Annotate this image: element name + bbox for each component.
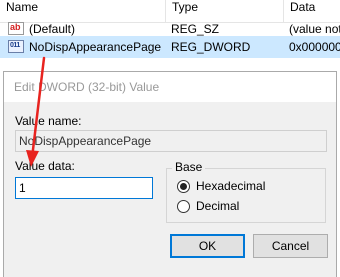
dialog-title: Edit DWORD (32-bit) Value — [14, 80, 160, 94]
value-name-label: Value name: — [15, 114, 82, 128]
base-legend: Base — [172, 160, 206, 174]
radio-label: Hexadecimal — [196, 179, 266, 193]
cancel-button[interactable]: Cancel — [253, 234, 328, 258]
value-data-input[interactable]: 1 — [15, 177, 153, 199]
ok-button[interactable]: OK — [170, 234, 245, 258]
value-name: NoDispAppearancePage — [29, 40, 162, 54]
dialog-titlebar[interactable]: Edit DWORD (32-bit) Value — [4, 72, 336, 102]
radio-label: Decimal — [196, 199, 240, 213]
value-data: 0x0000000 — [289, 40, 340, 54]
edit-dword-dialog: Edit DWORD (32-bit) Value Value name: No… — [3, 71, 337, 277]
dword-value-icon: 011 — [8, 40, 24, 53]
radio-button-checked[interactable] — [177, 180, 190, 193]
radio-button[interactable] — [177, 200, 190, 213]
value-data-label: Value data: — [15, 159, 75, 173]
string-value-icon: ab — [8, 22, 24, 35]
value-type: REG_DWORD — [171, 40, 251, 54]
value-name-field: NoDispAppearancePage — [15, 130, 327, 152]
list-item-selected[interactable]: 011 NoDispAppearancePage REG_DWORD 0x000… — [0, 36, 340, 58]
base-group — [166, 168, 326, 223]
